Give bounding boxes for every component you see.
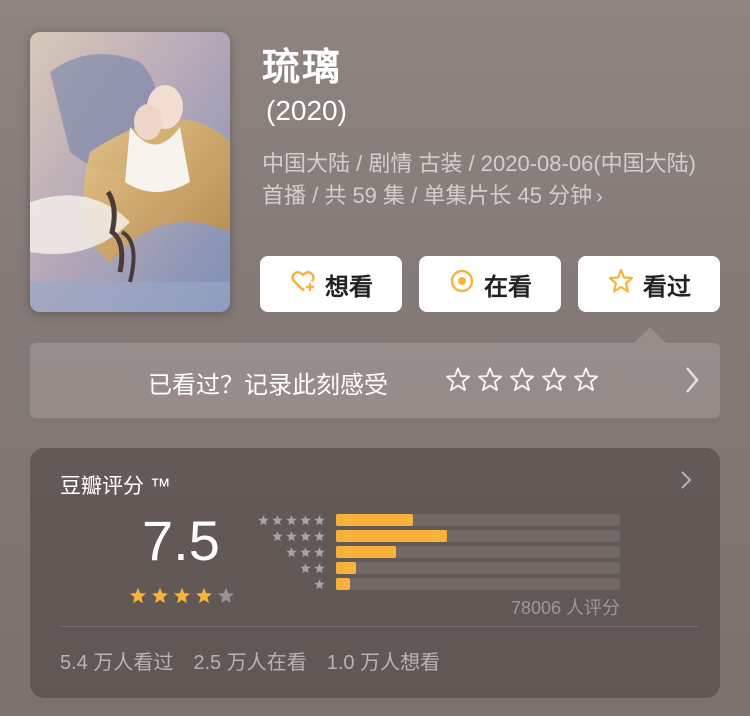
distribution-bar <box>336 578 351 590</box>
distribution-bar <box>336 514 413 526</box>
watched-label: 看过 <box>643 273 691 301</box>
star-icon <box>300 563 311 574</box>
star-icon <box>314 531 325 542</box>
want-count: 1.0 万人想看 <box>326 652 441 674</box>
row-stars <box>313 578 326 591</box>
distribution-bar <box>336 546 396 558</box>
star-icon <box>300 531 311 542</box>
star-outline-icon[interactable] <box>540 366 568 394</box>
star-icon <box>314 563 325 574</box>
star-icon <box>152 587 168 604</box>
star-outline-icon[interactable] <box>572 366 600 394</box>
distribution-bar <box>336 530 447 542</box>
star-outline-icon[interactable] <box>476 366 504 394</box>
meta-text: 中国大陆 / 剧情 古装 / 2020-08-06(中国大陆) 首播 / 共 5… <box>262 151 696 208</box>
row-stars <box>271 530 326 543</box>
distribution-bar <box>336 562 356 574</box>
want-to-watch-button[interactable]: 想看 <box>260 256 402 312</box>
poster-artwork <box>30 32 230 312</box>
star-icon <box>196 587 212 604</box>
distribution-row-1-star <box>256 578 620 590</box>
distribution-track <box>336 578 620 590</box>
rating-count: 78006 人评分 <box>510 598 620 618</box>
rating-score: 7.5 <box>142 509 220 572</box>
rating-stars-input[interactable] <box>444 366 600 394</box>
watching-button[interactable]: 在看 <box>419 256 561 312</box>
distribution-track <box>336 546 620 558</box>
row-stars <box>285 546 326 559</box>
distribution-row-5-star <box>256 514 620 526</box>
drama-title: 琉璃 <box>262 47 343 89</box>
distribution-track <box>336 514 620 526</box>
chevron-right-icon: › <box>596 186 603 208</box>
star-icon <box>286 515 297 526</box>
score-stars <box>128 586 236 606</box>
star-icon <box>314 547 325 558</box>
star-icon <box>286 547 297 558</box>
star-icon <box>130 587 146 604</box>
star-icon <box>174 587 190 604</box>
divider <box>60 626 698 627</box>
row-stars <box>257 514 326 527</box>
row-stars <box>299 562 326 575</box>
star-icon <box>286 531 297 542</box>
tooltip-pointer <box>634 327 666 343</box>
star-icon <box>314 515 325 526</box>
star-outline-icon[interactable] <box>508 366 536 394</box>
star-icon <box>272 531 283 542</box>
distribution-track <box>336 562 620 574</box>
chevron-right-icon <box>680 470 692 495</box>
star-icon <box>272 515 283 526</box>
star-icon <box>300 515 311 526</box>
chevron-right-icon <box>684 365 700 400</box>
record-prompt: 已看过？记录此刻感受 <box>148 372 388 399</box>
distribution-track <box>336 530 620 542</box>
star-icon <box>218 587 234 604</box>
douban-rating-card[interactable]: 豆瓣评分 ™ 7.5 78006 人评分 5.4 万人看过 2.5 万人在看 1… <box>30 448 720 698</box>
star-icon <box>300 547 311 558</box>
watch-stats: 5.4 万人看过 2.5 万人在看 1.0 万人想看 <box>60 646 440 675</box>
drama-meta[interactable]: 中国大陆 / 剧情 古装 / 2020-08-06(中国大陆) 首播 / 共 5… <box>262 148 712 213</box>
watching-count: 2.5 万人在看 <box>193 652 307 674</box>
star-icon <box>314 579 325 590</box>
poster-image[interactable] <box>30 32 230 312</box>
distribution-row-2-star <box>256 562 620 574</box>
watching-label: 在看 <box>484 273 532 301</box>
watched-button[interactable]: 看过 <box>578 256 720 312</box>
star-outline-icon[interactable] <box>444 366 472 394</box>
star-outline-icon <box>607 267 635 302</box>
want-label: 想看 <box>325 273 373 301</box>
target-circle-icon <box>448 267 476 302</box>
rating-title: 豆瓣评分 ™ <box>60 475 171 498</box>
heart-plus-icon <box>289 267 317 302</box>
release-year: (2020) <box>266 95 347 126</box>
distribution-row-3-star <box>256 546 620 558</box>
watched-count: 5.4 万人看过 <box>60 652 174 674</box>
star-icon <box>258 515 269 526</box>
record-feeling-bar[interactable]: 已看过？记录此刻感受 <box>30 343 720 418</box>
distribution-row-4-star <box>256 530 620 542</box>
